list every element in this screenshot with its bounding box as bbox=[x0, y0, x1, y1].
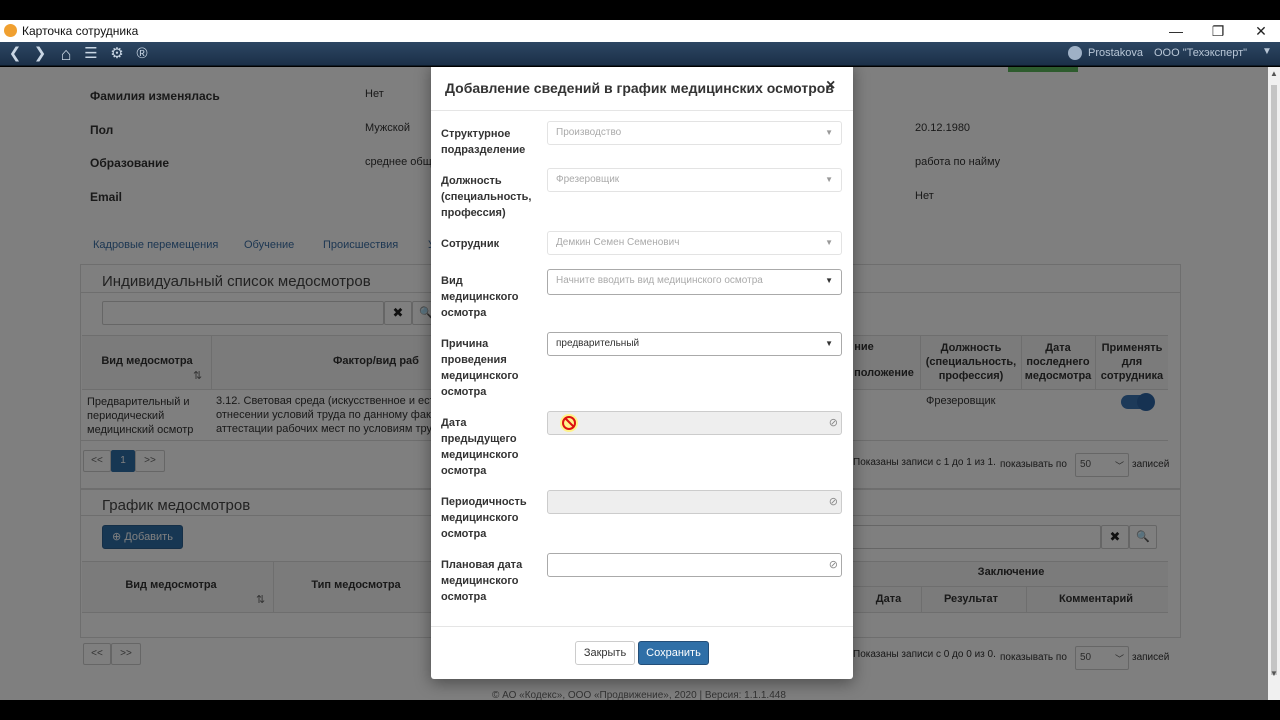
window-title: Карточка сотрудника bbox=[22, 24, 139, 38]
window-titlebar: Карточка сотрудника — ❐ ✕ bbox=[0, 20, 1280, 42]
scroll-up-icon[interactable]: ▲ bbox=[1270, 69, 1278, 78]
chevron-down-icon: ▼ bbox=[825, 339, 833, 348]
clear-icon[interactable]: ⊘ bbox=[829, 495, 838, 508]
employee-select[interactable]: Демкин Семен Семенович ▼ bbox=[547, 231, 842, 255]
main-content: Фамилия изменялась Нет Пол Мужской 20.12… bbox=[0, 67, 1268, 700]
field-value: предварительный bbox=[556, 338, 640, 349]
field-label: Структурное подразделение bbox=[441, 128, 526, 156]
user-avatar-icon bbox=[1068, 46, 1082, 60]
chevron-down-icon: ▼ bbox=[825, 238, 833, 247]
app-icon bbox=[4, 24, 17, 37]
dialog-title: Добавление сведений в график медицинских… bbox=[445, 80, 834, 96]
planned-date-input[interactable]: ⊘ bbox=[547, 553, 842, 577]
home-icon[interactable]: ⌂ bbox=[56, 44, 76, 64]
organization-selector[interactable]: ООО "Техэксперт" bbox=[1154, 47, 1247, 59]
chevron-down-icon: ▼ bbox=[825, 276, 833, 285]
structural-unit-select[interactable]: Производство ▼ bbox=[547, 121, 842, 145]
field-label: Периодичность медицинского осмотра bbox=[441, 496, 527, 540]
field-value: Фрезеровщик bbox=[556, 174, 620, 185]
registered-icon[interactable]: ® bbox=[132, 44, 152, 64]
current-user[interactable]: Prostakova bbox=[1088, 47, 1143, 59]
periodicity-input[interactable]: ⊘ bbox=[547, 490, 842, 514]
clear-icon[interactable]: ⊘ bbox=[829, 416, 838, 429]
field-label: Сотрудник bbox=[441, 238, 500, 250]
add-schedule-dialog: Добавление сведений в график медицинских… bbox=[431, 67, 853, 679]
window-close-button[interactable]: ✕ bbox=[1251, 21, 1271, 41]
navigation-bar: ❮ ❯ ⌂ ☰ ⚙ ® Prostakova ООО "Техэксперт" … bbox=[0, 42, 1280, 66]
field-label: Плановая дата медицинского осмотра bbox=[441, 559, 523, 603]
field-value: Демкин Семен Семенович bbox=[556, 237, 680, 248]
vertical-scrollbar[interactable]: ▲ ▼ bbox=[1268, 67, 1280, 700]
chevron-down-icon: ▼ bbox=[825, 128, 833, 137]
dialog-footer: Закрыть Сохранить bbox=[431, 626, 853, 679]
save-button[interactable]: Сохранить bbox=[638, 641, 709, 665]
close-button[interactable]: Закрыть bbox=[575, 641, 635, 665]
field-label: Вид медицинского осмотра bbox=[441, 275, 519, 319]
scrollbar-thumb[interactable] bbox=[1271, 85, 1277, 675]
restore-button[interactable]: ❐ bbox=[1208, 21, 1228, 41]
back-arrow-icon[interactable]: ❮ bbox=[5, 44, 25, 64]
field-label: Причина проведения медицинского осмотра bbox=[441, 338, 519, 398]
dialog-header: Добавление сведений в график медицинских… bbox=[431, 67, 853, 111]
previous-date-input[interactable]: ⊘ bbox=[547, 411, 842, 435]
settings-icon[interactable]: ⚙ bbox=[107, 44, 127, 64]
screen: Карточка сотрудника — ❐ ✕ ❮ ❯ ⌂ ☰ ⚙ ® Pr… bbox=[0, 0, 1280, 720]
menu-icon[interactable]: ☰ bbox=[81, 44, 101, 64]
forward-arrow-icon[interactable]: ❯ bbox=[30, 44, 50, 64]
field-value: Производство bbox=[556, 127, 622, 138]
clear-icon[interactable]: ⊘ bbox=[829, 558, 838, 571]
chevron-down-icon: ▼ bbox=[825, 175, 833, 184]
scroll-down-icon[interactable]: ▼ bbox=[1270, 669, 1278, 678]
field-label: Дата предыдущего медицинского осмотра bbox=[441, 417, 519, 477]
chevron-down-icon[interactable]: ▼ bbox=[1262, 46, 1272, 57]
dialog-close-icon[interactable]: × bbox=[826, 77, 835, 95]
minimize-button[interactable]: — bbox=[1166, 21, 1186, 41]
field-label: Должность (специальность, профессия) bbox=[441, 175, 532, 219]
not-allowed-cursor-icon bbox=[560, 414, 578, 432]
reason-select[interactable]: предварительный ▼ bbox=[547, 332, 842, 356]
field-placeholder: Начните вводить вид медицинского осмотра bbox=[556, 275, 763, 286]
bottom-black-bar bbox=[0, 700, 1280, 720]
exam-type-combobox[interactable]: Начните вводить вид медицинского осмотра… bbox=[547, 269, 842, 295]
position-select[interactable]: Фрезеровщик ▼ bbox=[547, 168, 842, 192]
